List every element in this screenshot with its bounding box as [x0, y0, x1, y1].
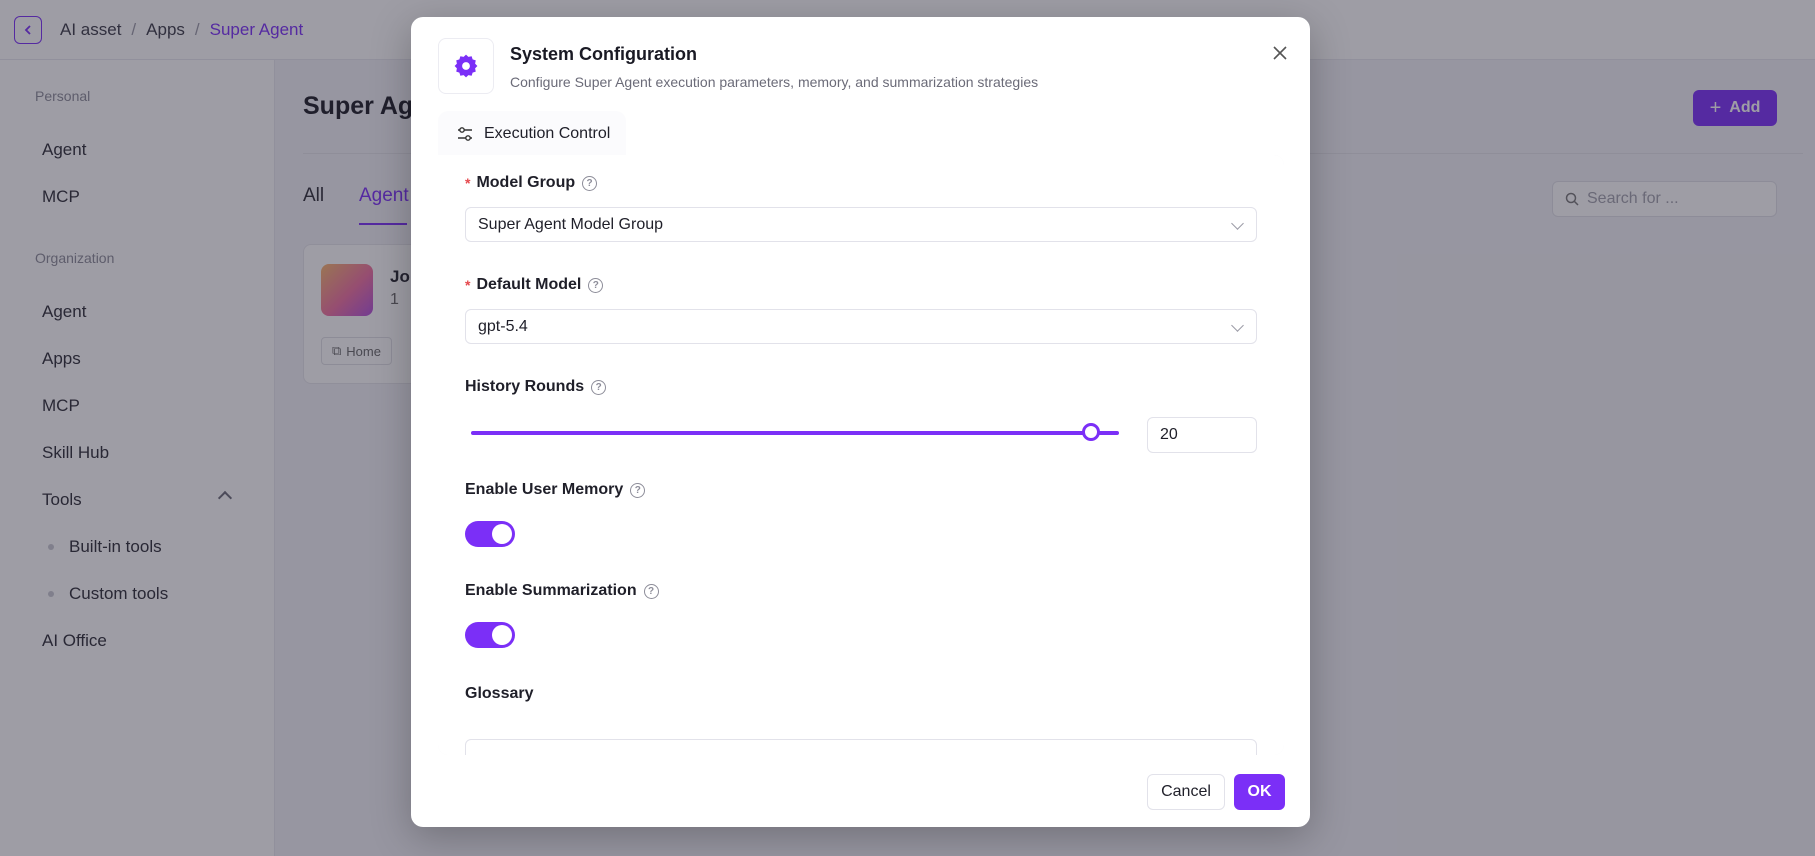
toggle-knob — [492, 524, 512, 544]
default-model-label-text: Default Model — [476, 276, 582, 293]
close-button[interactable] — [1266, 39, 1294, 67]
user-memory-label-text: Enable User Memory — [465, 481, 624, 498]
history-rounds-label-text: History Rounds — [465, 378, 585, 395]
history-rounds-slider-track[interactable] — [471, 431, 1119, 435]
user-memory-toggle[interactable] — [465, 521, 515, 547]
help-icon[interactable]: ? — [643, 583, 659, 599]
chevron-down-icon — [1231, 319, 1244, 332]
glossary-label: Glossary — [465, 685, 533, 703]
history-rounds-value: 20 — [1160, 426, 1178, 443]
history-rounds-label: History Rounds ? — [465, 378, 607, 396]
required-marker: * — [465, 277, 471, 293]
help-icon[interactable]: ? — [630, 482, 646, 498]
model-group-label: * Model Group ? — [465, 174, 598, 192]
ok-button[interactable]: OK — [1234, 774, 1285, 810]
close-icon — [1273, 46, 1287, 60]
default-model-label: * Default Model ? — [465, 276, 604, 294]
history-rounds-input[interactable]: 20 — [1147, 417, 1257, 453]
dialog-subtitle: Configure Super Agent execution paramete… — [510, 74, 1039, 90]
help-icon[interactable]: ? — [591, 379, 607, 395]
settings-icon — [438, 38, 494, 94]
summarization-toggle[interactable] — [465, 622, 515, 648]
default-model-select[interactable]: gpt-5.4 — [465, 309, 1257, 344]
model-group-value: Super Agent Model Group — [478, 215, 664, 233]
default-model-value: gpt-5.4 — [478, 317, 528, 335]
history-rounds-slider-handle[interactable] — [1082, 423, 1100, 441]
required-marker: * — [465, 175, 471, 191]
dialog-title: System Configuration — [510, 44, 698, 64]
help-icon[interactable]: ? — [582, 175, 598, 191]
tab-execution-control[interactable]: Execution Control — [438, 111, 626, 156]
system-configuration-dialog: System Configuration Configure Super Age… — [411, 17, 1310, 827]
help-icon[interactable]: ? — [588, 277, 604, 293]
sliders-icon — [458, 126, 472, 141]
model-group-select[interactable]: Super Agent Model Group — [465, 207, 1257, 242]
toggle-knob — [492, 625, 512, 645]
glossary-input[interactable] — [465, 739, 1257, 755]
summarization-label-text: Enable Summarization — [465, 582, 637, 599]
model-group-label-text: Model Group — [476, 174, 576, 191]
user-memory-label: Enable User Memory ? — [465, 481, 646, 499]
chevron-down-icon — [1231, 217, 1244, 230]
tab-execution-control-label: Execution Control — [484, 124, 611, 142]
execution-control-panel: * Model Group ? Super Agent Model Group … — [438, 155, 1284, 755]
cancel-button[interactable]: Cancel — [1147, 774, 1225, 810]
glossary-label-text: Glossary — [465, 685, 534, 702]
summarization-label: Enable Summarization ? — [465, 582, 659, 600]
